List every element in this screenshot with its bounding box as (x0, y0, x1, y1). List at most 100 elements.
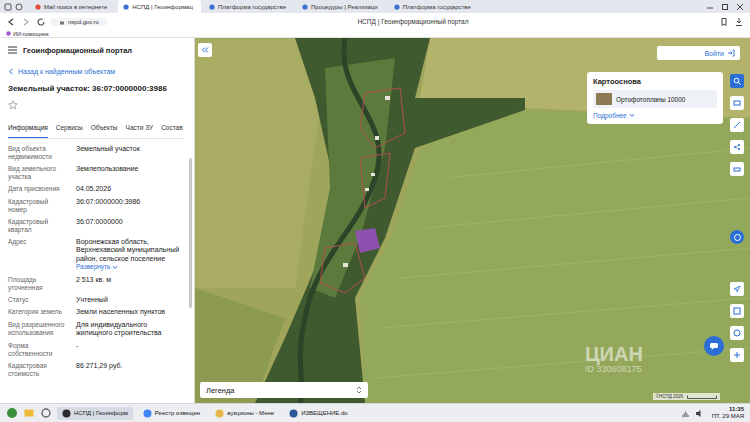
layer-thumbnail (596, 93, 612, 105)
maximize-icon[interactable] (721, 3, 729, 11)
more-link[interactable]: Подробнее (593, 112, 717, 119)
attribute-label: Вид земельного участка (8, 165, 68, 181)
basemap-layer[interactable]: Ортофотопланы 10000 (593, 90, 717, 108)
download-icon[interactable] (734, 17, 744, 27)
attribute-value: 36:07:0000000:3986 (76, 198, 184, 214)
files-icon[interactable] (23, 407, 35, 419)
start-icon[interactable] (6, 407, 18, 419)
panel-tab[interactable]: Части ЗУ (126, 118, 154, 138)
favicon-icon (302, 4, 308, 10)
taskbar-item[interactable]: НСПД | Геоинформ (57, 407, 133, 420)
forward-icon[interactable] (21, 17, 31, 27)
clock[interactable]: 11:35ПТ, 29 МАЯ (709, 406, 744, 420)
panel-tab[interactable]: Объекты (91, 118, 118, 138)
attribute-label: Вид разрешенного использования (8, 321, 68, 338)
watermark: ЦИАНID 330608175 (585, 344, 643, 374)
volume-icon[interactable] (695, 409, 704, 418)
browser-window: Mail поиск в интернетеНСПД | Геоинформац… (0, 0, 750, 422)
map-tool[interactable] (730, 282, 744, 296)
login-icon (727, 49, 735, 57)
back-link[interactable]: Назад к найденным объектам (8, 62, 184, 80)
assistant-icon (6, 31, 11, 36)
settings-icon[interactable] (40, 407, 52, 419)
parcel-outline[interactable] (320, 243, 365, 293)
browser-tab[interactable]: Процедуры | Реализаци (297, 0, 386, 13)
attribute-row: Вид земельного участкаЗемлепользование (8, 163, 184, 183)
basemap-panel: КартоосноваОртофотопланы 10000Подробнее (587, 72, 723, 124)
taskbar-item[interactable]: Реестр извещен (138, 407, 205, 420)
attribute-list: Вид объекта недвижимостиЗемельный участо… (8, 139, 184, 380)
zoom-icon (733, 351, 741, 359)
legend-dropdown[interactable]: Легенда (200, 382, 368, 398)
app-icon (289, 409, 298, 418)
attribute-row: Кадастровая стоимость86 271,29 руб. (8, 360, 184, 380)
parcel-outline[interactable] (360, 153, 390, 208)
attribute-label: Вид объекта недвижимости (8, 145, 68, 161)
map-tool[interactable] (730, 140, 744, 154)
map-tool[interactable] (730, 74, 744, 88)
back-icon[interactable] (6, 17, 16, 27)
network-icon[interactable] (681, 409, 690, 418)
browser-tab[interactable]: Платформа государстве (389, 0, 479, 13)
attribute-value: Земли населенных пунктов (76, 308, 184, 317)
print-icon (733, 165, 741, 173)
attribute-value: - (76, 342, 184, 358)
app-header: Геоинформационный портал (8, 38, 184, 62)
address-field[interactable]: nspd.gov.ru (51, 18, 107, 26)
reload-icon[interactable] (36, 17, 46, 27)
panel-tab[interactable]: Сервисы (56, 118, 83, 138)
taskbar-item[interactable]: аукционы - Мене (210, 407, 279, 420)
close-icon[interactable] (736, 3, 744, 11)
map-tool[interactable] (730, 348, 744, 362)
attribute-row: Статус Учтенный (8, 294, 184, 307)
favicon-icon (209, 4, 215, 10)
chat-button[interactable] (704, 336, 724, 356)
panel-tabs: Информация Сервисы Объекты Части ЗУ Состав (8, 118, 184, 139)
chevron-down-icon (629, 113, 635, 118)
browser-tab[interactable]: Платформа государстве (204, 0, 294, 13)
minimize-icon[interactable] (706, 3, 714, 11)
map[interactable]: ВойтиКартоосноваОртофотопланы 10000Подро… (195, 38, 750, 403)
map-tool[interactable] (730, 96, 744, 110)
parcel-outline[interactable] (360, 88, 405, 148)
attribute-label: Кадастровая стоимость (8, 362, 68, 378)
attribute-label: Дата присвоения (8, 185, 68, 194)
hamburger-icon[interactable] (8, 46, 17, 54)
history-icon[interactable] (15, 3, 23, 11)
info-panel: Геоинформационный порталНазад к найденны… (0, 38, 195, 403)
panel-scrollbar[interactable] (189, 158, 192, 308)
attribution: ©НСПД 2026 (653, 393, 720, 400)
panel-tab[interactable]: Состав (161, 118, 183, 138)
star-icon[interactable] (8, 100, 18, 110)
browser-tab[interactable]: НСПД | Геоинформац (118, 0, 201, 13)
login-button[interactable]: Войти (657, 46, 740, 60)
map-tool[interactable] (730, 304, 744, 318)
attribute-row: Форма собственности- (8, 340, 184, 360)
map-tool[interactable] (730, 326, 744, 340)
selected-parcel[interactable] (355, 228, 380, 253)
bookmark-icon[interactable] (719, 17, 729, 27)
map-tool[interactable] (730, 118, 744, 132)
collapse-panel-button[interactable] (198, 43, 212, 57)
panel-tab[interactable]: Информация (8, 118, 48, 138)
attribute-label: Форма собственности (8, 342, 68, 358)
favicon-icon (35, 4, 41, 10)
expand-link[interactable]: Развернуть (76, 263, 184, 272)
attribute-value: 2 513 кв. м (76, 276, 184, 292)
attribute-value: Учтенный (76, 296, 184, 305)
attribute-row: Кадастровый номер36:07:0000000:3986 (8, 196, 184, 216)
object-title: Земельный участок: 36:07:0000000:3986 (8, 80, 184, 96)
measure-icon (733, 121, 741, 129)
assistant-button[interactable] (730, 230, 744, 244)
map-tool[interactable] (730, 162, 744, 176)
attribute-label: Статус (8, 296, 68, 305)
app-icon (143, 409, 152, 418)
locate-icon (733, 285, 741, 293)
browser-tab[interactable]: Mail поиск в интернете (30, 0, 115, 13)
search-icon (733, 77, 741, 85)
tabs-menu-icon[interactable] (4, 3, 12, 11)
taskbar-item[interactable]: ИЗВЕЩЕНИЕ.do (284, 407, 353, 420)
attribute-row: Вид объекта недвижимостиЗемельный участо… (8, 143, 184, 163)
bookmark[interactable]: ИИ-помощник (6, 31, 49, 37)
tab-strip: Mail поиск в интернетеНСПД | Геоинформац… (0, 0, 750, 13)
